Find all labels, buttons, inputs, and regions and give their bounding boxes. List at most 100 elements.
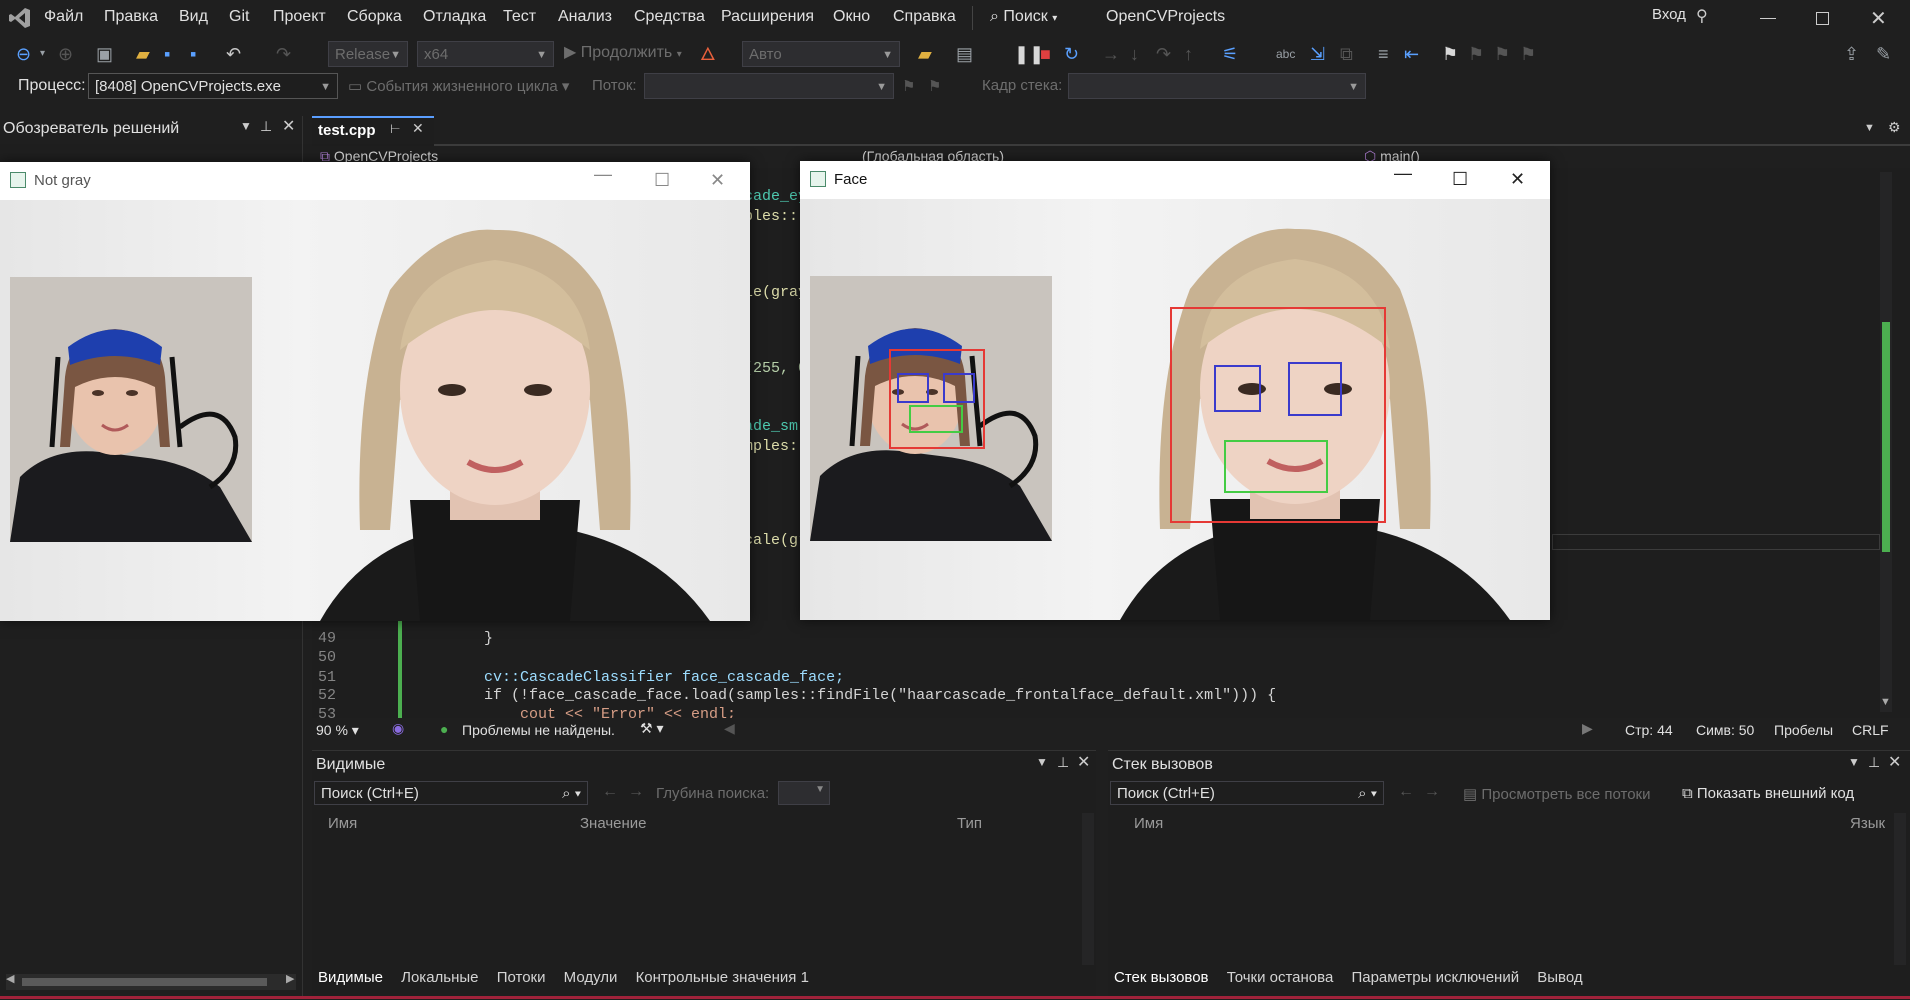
pin-icon[interactable]: ⊥ <box>260 118 272 135</box>
forward-arrow-icon[interactable]: → <box>1424 783 1440 801</box>
platform-select[interactable]: x64 ▼ <box>417 41 554 67</box>
menu-test[interactable]: Тест <box>503 8 536 26</box>
pin-icon[interactable]: ⊢ <box>390 122 400 136</box>
process-select[interactable]: [8408] OpenCVProjects.exe ▼ <box>88 73 338 99</box>
share-icon[interactable]: ⇪ <box>1844 42 1859 66</box>
menu-window[interactable]: Окно <box>833 8 870 26</box>
vertical-scrollbar[interactable] <box>1082 813 1094 965</box>
back-arrow-icon[interactable]: ← <box>602 783 618 801</box>
menu-analyze[interactable]: Анализ <box>558 8 612 26</box>
tab-watch[interactable]: Контрольные значения 1 <box>636 969 809 986</box>
menu-tools[interactable]: Средства <box>634 8 705 26</box>
scroll-right-icon[interactable]: ▶ <box>1582 720 1593 737</box>
bookmark-prev-icon[interactable]: ⚑ <box>1468 42 1484 66</box>
minimize-button[interactable] <box>1760 18 1776 19</box>
cleanup-icon[interactable]: ⚒ ▾ <box>640 720 663 737</box>
vertical-scrollbar[interactable]: ▼ <box>1880 172 1892 712</box>
copilot-icon[interactable]: ◉ <box>392 720 404 737</box>
column-header-name[interactable]: Имя <box>1134 815 1163 832</box>
tab-callstack[interactable]: Стек вызовов <box>1114 969 1209 986</box>
forward-arrow-icon[interactable]: → <box>628 783 644 801</box>
auto-select[interactable]: Авто ▼ <box>742 41 900 67</box>
minimize-button[interactable]: — <box>1394 163 1412 184</box>
chevron-down-icon[interactable]: ▼ <box>1036 755 1048 769</box>
tab-modules[interactable]: Модули <box>564 969 618 986</box>
forward-icon[interactable]: ⊕ <box>58 42 73 66</box>
folder-icon[interactable]: ▰ <box>918 42 932 66</box>
maximize-button[interactable]: ☐ <box>654 170 670 191</box>
line-number-status[interactable]: Стр: 44 <box>1625 722 1673 738</box>
continue-button[interactable]: ▶ Продолжить ▾ <box>564 42 682 62</box>
redo-icon[interactable]: ↷ <box>276 42 291 66</box>
open-folder-icon[interactable]: ▰ <box>136 42 150 66</box>
menu-project[interactable]: Проект <box>273 8 326 26</box>
menu-git[interactable]: Git <box>229 8 249 26</box>
pin-icon[interactable]: ⊥ <box>1868 754 1880 771</box>
opencv-window-not-gray[interactable]: Not gray — ☐ ✕ <box>0 162 750 621</box>
hot-reload-icon[interactable]: 🜂 <box>700 42 716 66</box>
close-icon[interactable]: ✕ <box>282 116 295 136</box>
window-titlebar[interactable]: Face — ☐ ✕ <box>800 161 1550 199</box>
callstack-search-input[interactable]: Поиск (Ctrl+E) ⌕ ▾ <box>1110 781 1384 805</box>
step-into-icon[interactable]: ↓ <box>1130 42 1139 66</box>
show-next-statement-icon[interactable]: → <box>1102 42 1120 66</box>
stop-icon[interactable]: ■ <box>1040 42 1051 66</box>
indent-icon[interactable]: ≡ <box>1378 42 1389 66</box>
layout-icon[interactable]: ▤ <box>956 42 973 66</box>
close-icon[interactable]: ✕ <box>412 120 424 137</box>
vertical-scrollbar[interactable] <box>1894 813 1906 965</box>
bookmark-clear-icon[interactable]: ⚑ <box>1520 42 1536 66</box>
pin-icon[interactable]: ⊥ <box>1057 754 1069 771</box>
zoom-select[interactable]: 90 % ▾ <box>316 722 359 739</box>
stackframe-select[interactable]: ▼ <box>1068 73 1366 99</box>
menu-view[interactable]: Вид <box>179 8 208 26</box>
pointer-icon[interactable]: ⇲ <box>1310 42 1325 66</box>
signin-link[interactable]: Вход <box>1652 6 1686 23</box>
spellcheck-icon[interactable]: abc <box>1276 42 1295 66</box>
column-header-name[interactable]: Имя <box>328 815 357 832</box>
close-window-button[interactable]: ✕ <box>1870 6 1887 31</box>
back-icon[interactable]: ⊖ <box>16 42 31 66</box>
menu-debug[interactable]: Отладка <box>423 8 486 26</box>
minimize-button[interactable]: — <box>594 164 612 185</box>
tab-breakpoints[interactable]: Точки останова <box>1227 969 1334 986</box>
tab-threads[interactable]: Потоки <box>497 969 546 986</box>
feedback-icon[interactable]: ✎ <box>1876 42 1891 66</box>
column-header-type[interactable]: Тип <box>957 815 982 832</box>
save-icon[interactable]: ▪ <box>164 42 170 66</box>
new-project-icon[interactable]: ▣ <box>96 42 113 66</box>
close-window-button[interactable]: ✕ <box>710 170 725 191</box>
restart-icon[interactable]: ↻ <box>1064 42 1079 66</box>
search-depth-select[interactable]: ▼ <box>778 781 830 805</box>
restore-button[interactable] <box>1816 12 1829 25</box>
bookmark-icon[interactable]: ⚑ <box>1442 42 1458 66</box>
whitespace-status[interactable]: Пробелы <box>1774 722 1833 738</box>
lifecycle-events-button[interactable]: ▭ События жизненного цикла ▾ <box>348 77 569 95</box>
menu-extensions[interactable]: Расширения <box>721 8 814 26</box>
column-header-value[interactable]: Значение <box>580 815 647 832</box>
opencv-window-face[interactable]: Face — ☐ ✕ <box>800 161 1550 620</box>
bookmark-next-icon[interactable]: ⚑ <box>1494 42 1510 66</box>
back-arrow-icon[interactable]: ← <box>1398 783 1414 801</box>
char-number-status[interactable]: Симв: 50 <box>1696 722 1754 738</box>
show-external-code-button[interactable]: ⧉ Показать внешний код <box>1682 785 1854 802</box>
chevron-down-icon[interactable]: ▼ <box>1848 755 1860 769</box>
global-search[interactable]: ⌕ Поиск ▾ <box>990 8 1057 26</box>
autos-search-input[interactable]: Поиск (Ctrl+E) ⌕ ▾ <box>314 781 588 805</box>
tab-locals[interactable]: Локальные <box>401 969 478 986</box>
chevron-down-icon[interactable]: ▾ <box>40 42 45 66</box>
menu-help[interactable]: Справка <box>893 8 956 26</box>
tab-output[interactable]: Вывод <box>1537 969 1582 986</box>
horizontal-scrollbar[interactable]: ◀ ▶ <box>6 973 296 990</box>
close-icon[interactable]: ✕ <box>1888 752 1901 772</box>
problems-status[interactable]: Проблемы не найдены. <box>462 722 615 738</box>
menu-file[interactable]: Файл <box>44 8 83 26</box>
step-out-icon[interactable]: ↑ <box>1184 42 1193 66</box>
menu-edit[interactable]: Правка <box>104 8 158 26</box>
save-all-icon[interactable]: ▪ <box>190 42 196 66</box>
copy-icon[interactable]: ⧉ <box>1340 42 1353 66</box>
gear-icon[interactable]: ⚙ <box>1888 119 1901 136</box>
chevron-down-icon[interactable]: ▼ <box>1864 122 1875 134</box>
step-over-icon[interactable]: ↷ <box>1156 42 1171 66</box>
flag-threads-icon[interactable]: ⚑ <box>928 77 941 95</box>
